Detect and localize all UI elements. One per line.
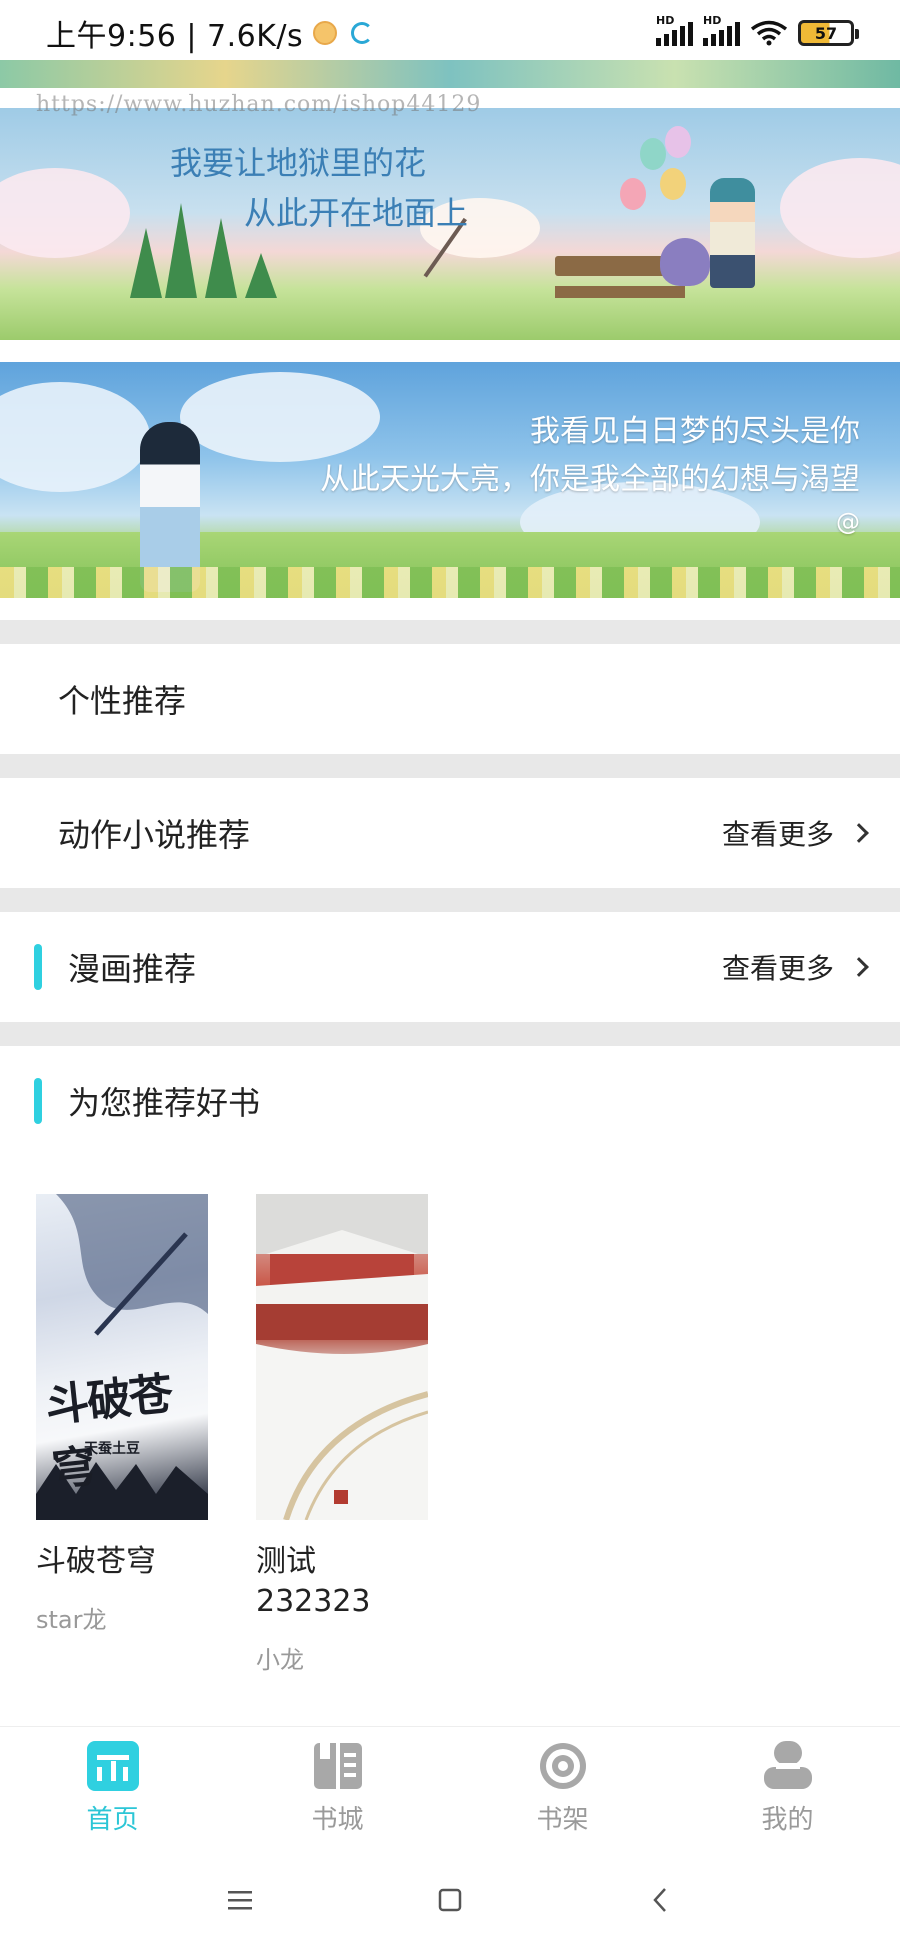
square-icon xyxy=(438,1888,462,1912)
book-title-line-1: 测试 xyxy=(256,1544,316,1579)
cover-title: 斗破苍穹 xyxy=(42,1368,174,1497)
nav-label-book-store: 书城 xyxy=(311,1805,364,1835)
battery-level: 57 xyxy=(814,23,838,43)
balloon-shape xyxy=(640,138,666,170)
status-right: HD HD 57 xyxy=(656,14,859,46)
section-title-action-novels: 动作小说推荐 xyxy=(58,816,251,854)
book-title-line-2: 232323 xyxy=(256,1584,371,1619)
status-left: 上午9:56 | 7.6K/s xyxy=(46,11,374,55)
status-bar: 上午9:56 | 7.6K/s HD HD 57 xyxy=(0,0,900,66)
balloon-shape xyxy=(620,178,646,210)
cloud-shape xyxy=(0,382,150,492)
banner-1-line-2: 从此开在地面上 xyxy=(244,194,469,232)
book-title[interactable]: 斗破苍穹 xyxy=(36,1542,208,1582)
back-icon xyxy=(653,1888,666,1912)
section-title-comics: 漫画推荐 xyxy=(68,950,197,988)
banner-1-line-1: 我要让地狱里的花 xyxy=(170,144,427,182)
book-cover[interactable]: 斗破苍穹 天蚕土豆 xyxy=(36,1194,208,1520)
book-cover[interactable] xyxy=(256,1194,428,1520)
bookshelf-icon xyxy=(539,1743,586,1789)
cover-art xyxy=(256,1194,428,1520)
home-icon xyxy=(86,1741,139,1791)
back-button[interactable] xyxy=(640,1880,680,1920)
cloud-shape xyxy=(780,158,900,258)
sync-icon xyxy=(351,22,374,44)
view-more-comics[interactable]: 查看更多 xyxy=(721,947,869,987)
flowers-shape xyxy=(0,567,900,598)
book-author: star龙 xyxy=(36,1606,107,1634)
plush-figure xyxy=(660,238,710,286)
book-store-icon xyxy=(313,1743,362,1789)
view-more-label: 查看更多 xyxy=(721,952,834,985)
system-nav-bar xyxy=(0,1850,900,1950)
section-accent-bar xyxy=(34,944,42,990)
chevron-right-icon xyxy=(849,823,869,843)
nav-home[interactable]: 首页 xyxy=(0,1727,225,1850)
nav-book-store[interactable]: 书城 xyxy=(225,1727,450,1850)
section-personal: 个性推荐 xyxy=(0,644,900,754)
battery-icon: 57 xyxy=(798,20,859,46)
notification-app-icon xyxy=(313,21,338,45)
nav-bookshelf[interactable]: 书架 xyxy=(450,1727,675,1850)
book-card[interactable]: 测试 232323 小龙 xyxy=(256,1194,428,1675)
view-more-label: 查看更多 xyxy=(721,818,834,851)
book-author: 小龙 xyxy=(256,1646,304,1674)
balloon-shape xyxy=(660,168,686,200)
menu-icon xyxy=(228,1891,252,1910)
hd-label-2: HD xyxy=(703,14,722,27)
banner-2-line-1: 我看见白日梦的尽头是你 xyxy=(530,414,860,449)
section-divider xyxy=(0,1022,900,1046)
top-banner-strip xyxy=(0,60,900,88)
section-action-novels: 动作小说推荐 查看更多 xyxy=(0,778,900,888)
banner-2[interactable]: 我看见白日梦的尽头是你 从此天光大亮，你是我全部的幻想与渴望 @ xyxy=(0,362,900,598)
section-divider xyxy=(0,754,900,778)
section-comics: 漫画推荐 查看更多 xyxy=(0,912,900,1022)
section-title-personal: 个性推荐 xyxy=(58,682,187,720)
tree-shape xyxy=(245,253,277,298)
banner-2-line-2: 从此天光大亮，你是我全部的幻想与渴望 xyxy=(320,462,860,497)
section-divider xyxy=(0,620,900,644)
profile-icon xyxy=(763,1741,812,1789)
section-accent-bar xyxy=(34,1078,42,1124)
home-button[interactable] xyxy=(430,1880,470,1920)
watermark-text: https://www.huzhan.com/ishop44129 xyxy=(36,92,482,117)
nav-label-profile: 我的 xyxy=(761,1805,814,1835)
section-divider xyxy=(0,888,900,912)
banner-1[interactable]: 我要让地狱里的花 从此开在地面上 xyxy=(0,108,900,340)
banner-2-mark: @ xyxy=(836,508,860,536)
tree-shape xyxy=(205,218,237,298)
tree-shape xyxy=(165,203,197,298)
hd-label: HD xyxy=(656,14,675,27)
wifi-icon xyxy=(750,20,788,46)
balloon-shape xyxy=(665,126,691,158)
section-title-recommend-books: 为您推荐好书 xyxy=(68,1084,261,1122)
tree-shape xyxy=(130,228,162,298)
chevron-right-icon xyxy=(849,957,869,977)
cloud-shape xyxy=(180,372,380,462)
bottom-nav: 首页 书城 书架 我的 xyxy=(0,1726,900,1850)
book-card[interactable]: 斗破苍穹 天蚕土豆 斗破苍穹 star龙 xyxy=(36,1194,208,1635)
nav-label-bookshelf: 书架 xyxy=(536,1805,589,1835)
nav-label-home: 首页 xyxy=(86,1805,139,1835)
signal-icon-2: HD xyxy=(703,14,740,46)
status-time-speed: 上午9:56 | 7.6K/s xyxy=(46,19,304,54)
cloud-shape xyxy=(0,168,130,258)
cover-author: 天蚕土豆 xyxy=(84,1441,140,1457)
menu-button[interactable] xyxy=(220,1880,260,1920)
book-title[interactable]: 测试 232323 xyxy=(256,1542,428,1622)
nav-profile[interactable]: 我的 xyxy=(675,1727,900,1850)
boy-figure xyxy=(710,178,755,288)
section-recommend-books: 为您推荐好书 xyxy=(0,1046,900,1156)
signal-icon: HD xyxy=(656,14,693,46)
view-more-action-novels[interactable]: 查看更多 xyxy=(721,813,869,853)
